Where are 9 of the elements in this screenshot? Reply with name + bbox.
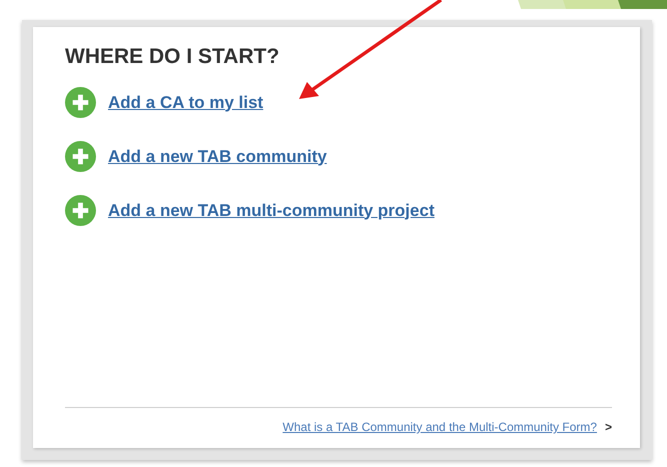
add-icon[interactable] bbox=[65, 141, 96, 172]
action-link[interactable]: Add a CA to my list bbox=[108, 92, 264, 112]
help-link[interactable]: What is a TAB Community and the Multi-Community Form? bbox=[282, 420, 597, 434]
panel-title: WHERE DO I START? bbox=[65, 45, 280, 69]
chevron-text: > bbox=[604, 420, 612, 434]
add-icon[interactable] bbox=[65, 195, 96, 226]
action-link[interactable]: Add a new TAB multi-community project bbox=[108, 200, 434, 220]
action-link[interactable]: Add a new TAB community bbox=[108, 146, 327, 166]
add-icon[interactable] bbox=[65, 87, 96, 118]
